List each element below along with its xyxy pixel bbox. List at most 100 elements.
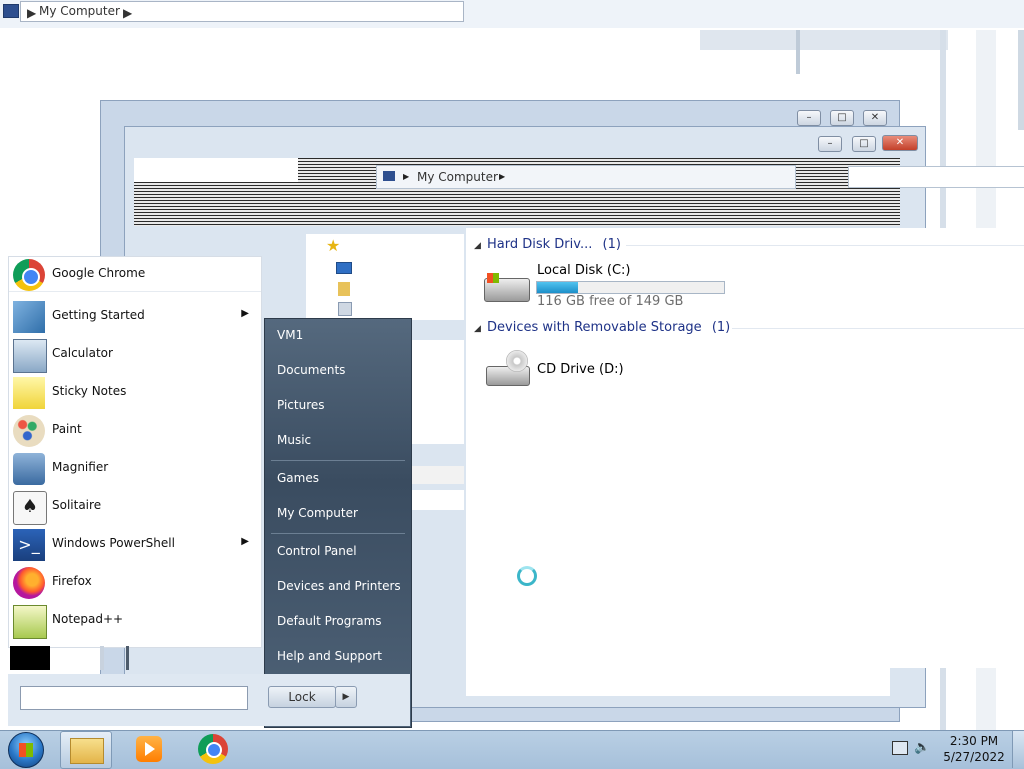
program-label: Getting Started [52,308,145,322]
network-icon[interactable] [892,741,908,755]
toolbar-artifact [134,158,298,182]
program-item[interactable]: Magnifier [9,451,261,487]
search-box[interactable] [848,166,1024,188]
program-label: Windows PowerShell [52,536,175,550]
shutdown-options-arrow-icon[interactable]: ▶ [335,686,357,708]
program-label: Magnifier [52,460,109,474]
place-help-support[interactable]: Help and Support [277,649,382,663]
start-menu-programs: Google Chrome Getting Started ▶ Calculat… [8,256,262,648]
computer-icon [3,4,19,18]
maximize-icon[interactable]: □ [830,110,854,126]
magnifier-icon [13,453,45,485]
program-item[interactable]: Google Chrome [9,257,261,293]
section-heading[interactable]: Hard Disk Driv... (1) [487,237,621,252]
breadcrumb-chevron-icon[interactable]: ▶ [499,172,505,181]
background-window-edge [796,30,800,74]
program-item[interactable]: Sticky Notes [9,375,261,411]
clock-time[interactable]: 2:30 PM [944,734,1004,748]
volume-icon[interactable]: 🔈 [914,740,930,755]
place-games[interactable]: Games [277,471,319,485]
collapse-arrow-icon[interactable]: ◢ [474,324,481,334]
section-title: Devices with Removable Storage [487,320,702,335]
computer-icon [383,171,395,181]
drive-free-space: 116 GB free of 149 GB [537,294,684,309]
submenu-arrow-icon[interactable]: ▶ [241,536,249,547]
recent-places-icon[interactable] [338,302,352,316]
collapse-arrow-icon[interactable]: ◢ [474,241,481,251]
media-player-icon[interactable] [136,736,162,762]
close-icon[interactable]: ✕ [863,110,887,126]
program-item[interactable]: Firefox [9,565,261,601]
place-music[interactable]: Music [277,433,311,447]
start-orb-icon[interactable] [8,732,44,768]
taskbar-explorer-button[interactable] [60,731,112,769]
place-devices-printers[interactable]: Devices and Printers [277,579,401,593]
start-search-input[interactable] [20,686,248,710]
breadcrumb-root[interactable]: My Computer [417,170,498,184]
program-item[interactable]: Getting Started ▶ [9,299,261,335]
breadcrumb-arrow-icon[interactable]: ▶ [27,6,36,20]
paint-icon [13,415,45,447]
program-label: Paint [52,422,82,436]
chrome-icon [13,259,45,291]
address-bar[interactable]: ▶ My Computer ▶ [20,1,464,22]
clock-date[interactable]: 5/27/2022 [940,750,1008,764]
maximize-icon[interactable]: □ [852,136,876,152]
program-item[interactable]: Notepad++ [9,603,261,639]
start-menu-places: VM1 Documents Pictures Music Games My Co… [264,318,412,728]
chrome-taskbar-icon[interactable] [198,734,228,764]
minimize-icon[interactable]: – [818,136,842,152]
program-label: Solitaire [52,498,102,512]
section-count: (1) [602,237,621,252]
program-item[interactable]: Paint [9,413,261,449]
notepadpp-icon [13,605,47,639]
section-heading[interactable]: Devices with Removable Storage (1) [487,320,730,335]
breadcrumb-chevron-icon[interactable]: ▶ [123,6,132,20]
windows-logo-icon [487,273,499,283]
program-item[interactable]: >_ Windows PowerShell ▶ [9,527,261,563]
all-programs-artifact [100,646,104,670]
background-window-edge [1018,30,1024,130]
getting-started-icon [13,301,45,333]
lock-button[interactable]: Lock [268,686,336,708]
hard-drive-icon [484,273,530,302]
close-icon[interactable]: ✕ [882,135,918,151]
downloads-icon[interactable] [338,282,350,296]
folder-icon [70,738,104,764]
busy-cursor-icon [517,566,537,586]
place-user[interactable]: VM1 [277,328,303,342]
calculator-icon [13,339,47,373]
capacity-fill [537,282,579,293]
place-my-computer[interactable]: My Computer [277,506,358,520]
place-pictures[interactable]: Pictures [277,398,325,412]
minimize-icon[interactable]: – [797,110,821,126]
program-label: Firefox [52,574,92,588]
cd-disc-icon [506,350,528,372]
breadcrumb-arrow-icon[interactable]: ▶ [403,172,409,181]
drive-name: Local Disk (C:) [537,263,631,278]
show-desktop-button[interactable] [1012,731,1024,768]
places-separator [271,460,405,461]
program-item[interactable]: ♠ Solitaire [9,489,261,525]
program-item[interactable]: Calculator [9,337,261,373]
all-programs-artifact [126,646,129,670]
drive-name: CD Drive (D:) [537,362,624,377]
submenu-arrow-icon[interactable]: ▶ [241,308,249,319]
place-documents[interactable]: Documents [277,363,345,377]
place-control-panel[interactable]: Control Panel [277,544,357,558]
content-pane-bottom [466,668,890,696]
program-label: Sticky Notes [52,384,127,398]
breadcrumb-root[interactable]: My Computer [39,4,120,18]
favorites-star-icon[interactable]: ★ [326,236,340,255]
sticky-notes-icon [13,377,45,409]
cd-drive-item[interactable]: CD Drive (D:) [480,346,650,394]
all-programs-artifact [10,646,50,670]
local-disk-item[interactable]: Local Disk (C:) 116 GB free of 149 GB [480,262,730,310]
place-default-programs[interactable]: Default Programs [277,614,382,628]
desktop-icon[interactable] [336,262,352,274]
section-divider [732,328,1024,329]
capacity-bar [536,281,725,294]
inner-address-bar[interactable]: ▶ My Computer ▶ [376,165,796,189]
section-divider [626,245,1024,246]
powershell-icon: >_ [13,529,45,561]
